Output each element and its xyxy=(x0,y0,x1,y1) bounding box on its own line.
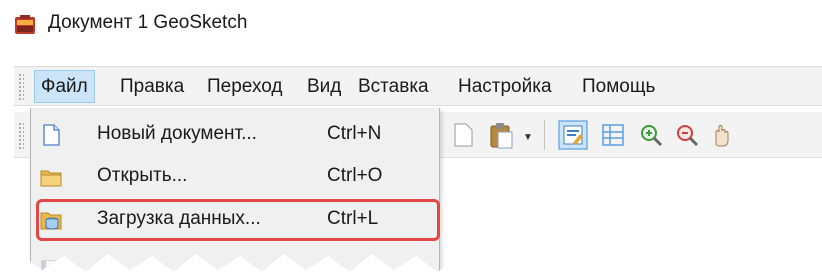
zoom-out-icon[interactable] xyxy=(672,120,702,150)
toolbar-grip[interactable] xyxy=(18,122,24,150)
menubar-grip[interactable] xyxy=(18,73,24,101)
page-icon[interactable] xyxy=(448,120,478,150)
torn-edge-decoration xyxy=(0,254,822,280)
pan-icon[interactable] xyxy=(708,120,738,150)
title-bar: Документ 1 GeoSketch xyxy=(0,0,822,56)
menu-settings[interactable]: Настройка xyxy=(452,70,558,103)
grid-lines-icon[interactable] xyxy=(598,120,628,150)
window-title: Документ 1 GeoSketch xyxy=(48,12,248,33)
zoom-in-icon[interactable] xyxy=(636,120,666,150)
menu-file[interactable]: Файл xyxy=(34,70,95,103)
load-data-icon xyxy=(40,212,62,230)
menu-bar: Файл Правка Переход Вид Вставка Настройк… xyxy=(14,66,822,106)
menu-item-new-document[interactable]: Новый документ... Ctrl+N xyxy=(31,115,439,155)
menu-help[interactable]: Помощь xyxy=(576,70,661,103)
menu-item-label: Открыть... xyxy=(97,165,188,186)
menu-navigate[interactable]: Переход xyxy=(201,70,288,103)
new-document-icon xyxy=(43,124,60,146)
menu-item-open[interactable]: Открыть... Ctrl+O xyxy=(31,157,439,197)
paste-dropdown-icon[interactable]: ▼ xyxy=(523,132,533,143)
geosketch-app-icon xyxy=(15,15,35,34)
menu-item-shortcut: Ctrl+L xyxy=(327,208,379,229)
menu-item-shortcut: Ctrl+N xyxy=(327,123,382,144)
paste-icon[interactable] xyxy=(486,120,516,150)
toolbar-separator xyxy=(544,120,545,150)
menu-view[interactable]: Вид xyxy=(301,70,347,103)
menu-item-load-data[interactable]: Загрузка данных... Ctrl+L xyxy=(31,200,439,240)
menu-item-label: Загрузка данных... xyxy=(97,208,261,229)
menu-item-label: Новый документ... xyxy=(97,123,257,144)
menu-item-shortcut: Ctrl+O xyxy=(327,165,383,186)
open-folder-icon xyxy=(40,170,62,187)
edit-form-icon[interactable] xyxy=(558,120,588,150)
menu-insert[interactable]: Вставка xyxy=(352,70,435,103)
menu-edit[interactable]: Правка xyxy=(114,70,190,103)
